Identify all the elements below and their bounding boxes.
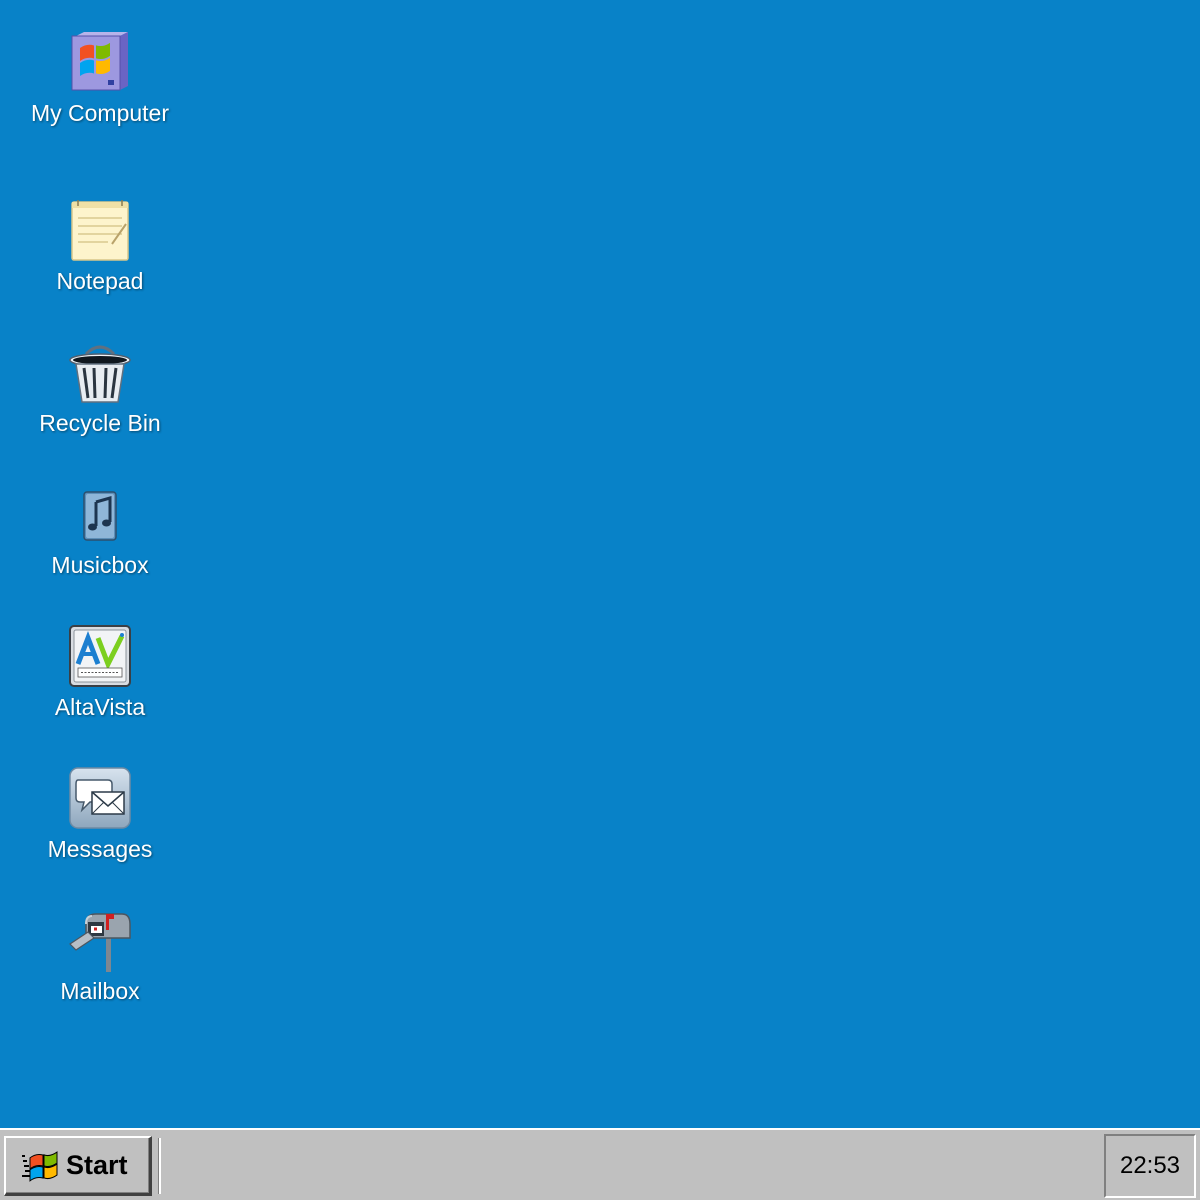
desktop[interactable]: My Computer Notepad Recycle Bin Musicbox… (0, 0, 1200, 1128)
desktop-icon-mailbox[interactable]: Mailbox (20, 908, 180, 1005)
taskbar-separator (158, 1138, 161, 1194)
icon-label: Messages (47, 836, 153, 862)
icon-label: Notepad (56, 268, 144, 294)
desktop-icon-notepad[interactable]: Notepad (20, 198, 180, 295)
taskbar: Start 22:53 (0, 1128, 1200, 1200)
start-button[interactable]: Start (4, 1136, 152, 1196)
icon-label: Mailbox (60, 978, 140, 1004)
icon-label: Recycle Bin (39, 410, 161, 436)
desktop-icon-musicbox[interactable]: Musicbox (20, 482, 180, 579)
start-label: Start (66, 1150, 128, 1180)
system-tray: 22:53 (1104, 1134, 1196, 1198)
recycle-bin-icon (69, 345, 131, 403)
desktop-icon-recycle-bin[interactable]: Recycle Bin (20, 340, 180, 437)
messages-icon (69, 767, 131, 829)
desktop-icon-my-computer[interactable]: My Computer (20, 30, 180, 127)
desktop-icon-messages[interactable]: Messages (20, 766, 180, 863)
notepad-icon (71, 200, 129, 261)
altavista-icon (69, 625, 131, 687)
musicbox-icon (83, 491, 117, 541)
my-computer-icon (71, 32, 128, 91)
windows-logo-icon (22, 1150, 58, 1182)
icon-label: Musicbox (51, 552, 149, 578)
desktop-icon-altavista[interactable]: AltaVista (20, 624, 180, 721)
icon-label: AltaVista (54, 694, 146, 720)
mailbox-icon (69, 913, 131, 972)
icon-label: My Computer (30, 100, 170, 126)
clock[interactable]: 22:53 (1120, 1152, 1180, 1180)
